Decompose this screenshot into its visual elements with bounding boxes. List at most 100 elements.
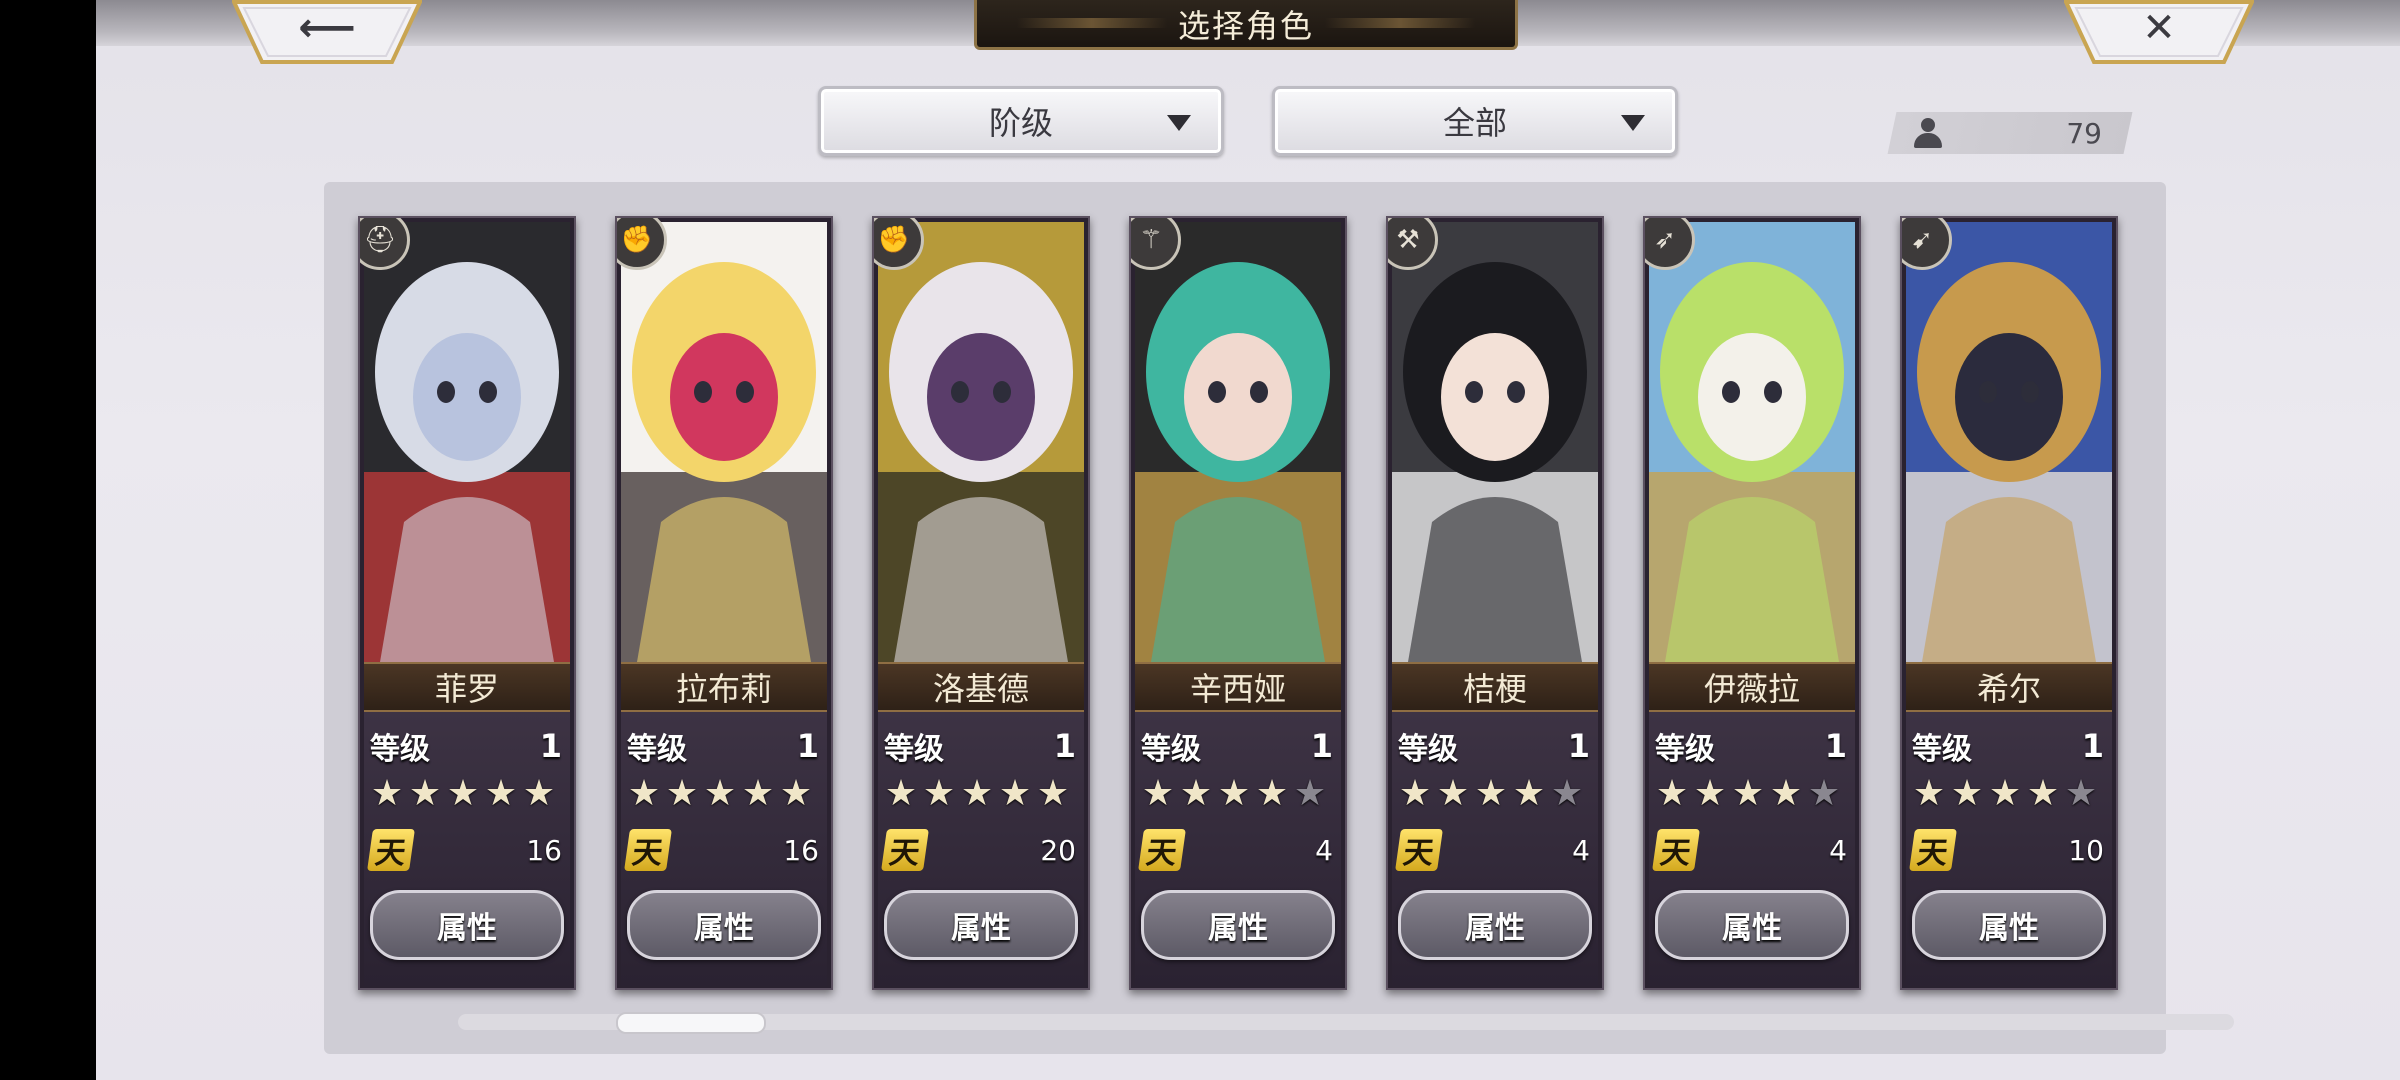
character-portrait[interactable] xyxy=(1135,222,1341,662)
attributes-button-label: 属性 xyxy=(1208,911,1268,946)
back-button[interactable]: ⟵ xyxy=(232,0,422,64)
attributes-button-label: 属性 xyxy=(951,911,1011,946)
title-ornament-right xyxy=(1325,18,1475,28)
sort-dropdown-label: 阶级 xyxy=(988,104,1053,142)
character-count: 79 xyxy=(2066,116,2102,150)
level-row: 等级 1 xyxy=(1398,724,1590,768)
character-portrait[interactable] xyxy=(1906,222,2112,662)
character-stats: 等级 1 ★ ★ ★ ★ ★ 天 16 属性 xyxy=(364,712,570,986)
character-name-plate: 伊薇拉 xyxy=(1649,662,1855,712)
rank-row: 天4 xyxy=(1138,828,1333,872)
attributes-button-label: 属性 xyxy=(1465,911,1525,946)
star-icon: ★ xyxy=(1179,773,1213,814)
star-rating: ★ ★ ★ ★ ★ xyxy=(882,776,1072,812)
character-portrait[interactable] xyxy=(621,222,827,662)
character-card[interactable]: ⛑ 菲罗 等级 1 ★ ★ ★ ★ ★ 天 16 属性 xyxy=(358,216,576,990)
character-name-plate: 桔梗 xyxy=(1392,662,1598,712)
character-portrait[interactable] xyxy=(364,222,570,662)
star-icon: ★ xyxy=(1036,773,1070,814)
character-card[interactable]: ⚒ 桔梗 等级 1 ★ ★ ★ ★ ★ 天 4 属性 xyxy=(1386,216,1604,990)
attributes-button[interactable]: 属性 xyxy=(627,890,821,960)
attributes-button[interactable]: 属性 xyxy=(1398,890,1592,960)
level-label: 等级 xyxy=(370,732,430,767)
star-icon: ★ xyxy=(1655,773,1689,814)
star-icon: ★ xyxy=(370,773,404,814)
level-row: 等级 1 xyxy=(1912,724,2104,768)
level-row: 等级 1 xyxy=(1141,724,1333,768)
star-rating: ★ ★ ★ ★ ★ xyxy=(1910,776,2100,812)
rank-value: 16 xyxy=(526,833,562,867)
attributes-button[interactable]: 属性 xyxy=(1141,890,1335,960)
character-stats: 等级 1 ★ ★ ★ ★ ★ 天 10 属性 xyxy=(1906,712,2112,986)
character-portrait[interactable] xyxy=(878,222,1084,662)
level-value: 1 xyxy=(1567,727,1590,765)
character-stats: 等级 1 ★ ★ ★ ★ ★ 天 4 属性 xyxy=(1135,712,1341,986)
character-stats: 等级 1 ★ ★ ★ ★ ★ 天 20 属性 xyxy=(878,712,1084,986)
star-icon: ★ xyxy=(1807,773,1841,814)
level-label: 等级 xyxy=(1141,732,1201,767)
attributes-button-label: 属性 xyxy=(1722,911,1782,946)
attributes-button-label: 属性 xyxy=(1979,911,2039,946)
star-icon: ★ xyxy=(998,773,1032,814)
rank-value: 4 xyxy=(1572,833,1590,867)
arrow-left-icon: ⟵ xyxy=(298,5,356,51)
character-stats: 等级 1 ★ ★ ★ ★ ★ 天 16 属性 xyxy=(621,712,827,986)
attributes-button-label: 属性 xyxy=(694,911,754,946)
rank-badge-icon: 天 xyxy=(1395,829,1443,871)
star-icon: ★ xyxy=(1950,773,1984,814)
level-row: 等级 1 xyxy=(1655,724,1847,768)
star-icon: ★ xyxy=(1255,773,1289,814)
character-portrait[interactable] xyxy=(1392,222,1598,662)
star-icon: ★ xyxy=(408,773,442,814)
star-icon: ★ xyxy=(960,773,994,814)
scrollbar-thumb[interactable] xyxy=(616,1012,766,1034)
character-name: 菲罗 xyxy=(434,670,499,708)
star-icon: ★ xyxy=(779,773,813,814)
character-card[interactable]: ✊ 拉布莉 等级 1 ★ ★ ★ ★ ★ 天 16 属性 xyxy=(615,216,833,990)
star-rating: ★ ★ ★ ★ ★ xyxy=(625,776,815,812)
rank-row: 天 16 xyxy=(367,828,562,872)
star-icon: ★ xyxy=(446,773,480,814)
character-card[interactable]: ➶ 伊薇拉 等级 1 ★ ★ ★ ★ ★ 天 4 属性 xyxy=(1643,216,1861,990)
star-icon: ★ xyxy=(922,773,956,814)
attributes-button[interactable]: 属性 xyxy=(884,890,1078,960)
close-button[interactable]: ✕ xyxy=(2064,0,2254,64)
rank-row: 天4 xyxy=(1395,828,1590,872)
level-label: 等级 xyxy=(627,732,687,767)
level-value: 1 xyxy=(1053,727,1076,765)
attributes-button[interactable]: 属性 xyxy=(1655,890,1849,960)
level-label: 等级 xyxy=(884,732,944,767)
rank-badge-icon: 天 xyxy=(1652,829,1700,871)
rank-badge-icon: 天 xyxy=(367,829,415,871)
star-icon: ★ xyxy=(1731,773,1765,814)
sort-dropdown[interactable]: 阶级 xyxy=(818,86,1224,156)
character-card[interactable]: ✊ 洛基德 等级 1 ★ ★ ★ ★ ★ 天 20 属性 xyxy=(872,216,1090,990)
character-name-plate: 拉布莉 xyxy=(621,662,827,712)
star-icon: ★ xyxy=(1512,773,1546,814)
rank-value: 10 xyxy=(2068,833,2104,867)
level-value: 1 xyxy=(1310,727,1333,765)
character-card[interactable]: ⚚ 辛西娅 等级 1 ★ ★ ★ ★ ★ 天 4 属性 xyxy=(1129,216,1347,990)
star-icon: ★ xyxy=(1436,773,1470,814)
star-icon: ★ xyxy=(1474,773,1508,814)
character-counter: 79 xyxy=(1892,112,2128,154)
rank-row: 天 10 xyxy=(1909,828,2104,872)
attributes-button[interactable]: 属性 xyxy=(370,890,564,960)
filter-dropdown[interactable]: 全部 xyxy=(1272,86,1678,156)
star-icon: ★ xyxy=(1293,773,1327,814)
filter-dropdown-label: 全部 xyxy=(1442,104,1507,142)
rank-row: 天4 xyxy=(1652,828,1847,872)
character-card[interactable]: ➹ 希尔 等级 1 ★ ★ ★ ★ ★ 天 10 属性 xyxy=(1900,216,2118,990)
game-screen: ⟵ 选择角色 ✕ 阶级 全部 79 ⛑ 菲罗 等级 1 ★ ★ ★ ★ ★ 天 16 属性 ✊ 拉布莉 等级… xyxy=(96,0,2400,1080)
star-icon: ★ xyxy=(703,773,737,814)
star-icon: ★ xyxy=(741,773,775,814)
star-icon: ★ xyxy=(1217,773,1251,814)
character-name-plate: 希尔 xyxy=(1906,662,2112,712)
character-portrait[interactable] xyxy=(1649,222,1855,662)
rank-value: 16 xyxy=(783,833,819,867)
level-row: 等级 1 xyxy=(884,724,1076,768)
star-rating: ★ ★ ★ ★ ★ xyxy=(1653,776,1843,812)
level-value: 1 xyxy=(539,727,562,765)
attributes-button[interactable]: 属性 xyxy=(1912,890,2106,960)
star-icon: ★ xyxy=(1769,773,1803,814)
